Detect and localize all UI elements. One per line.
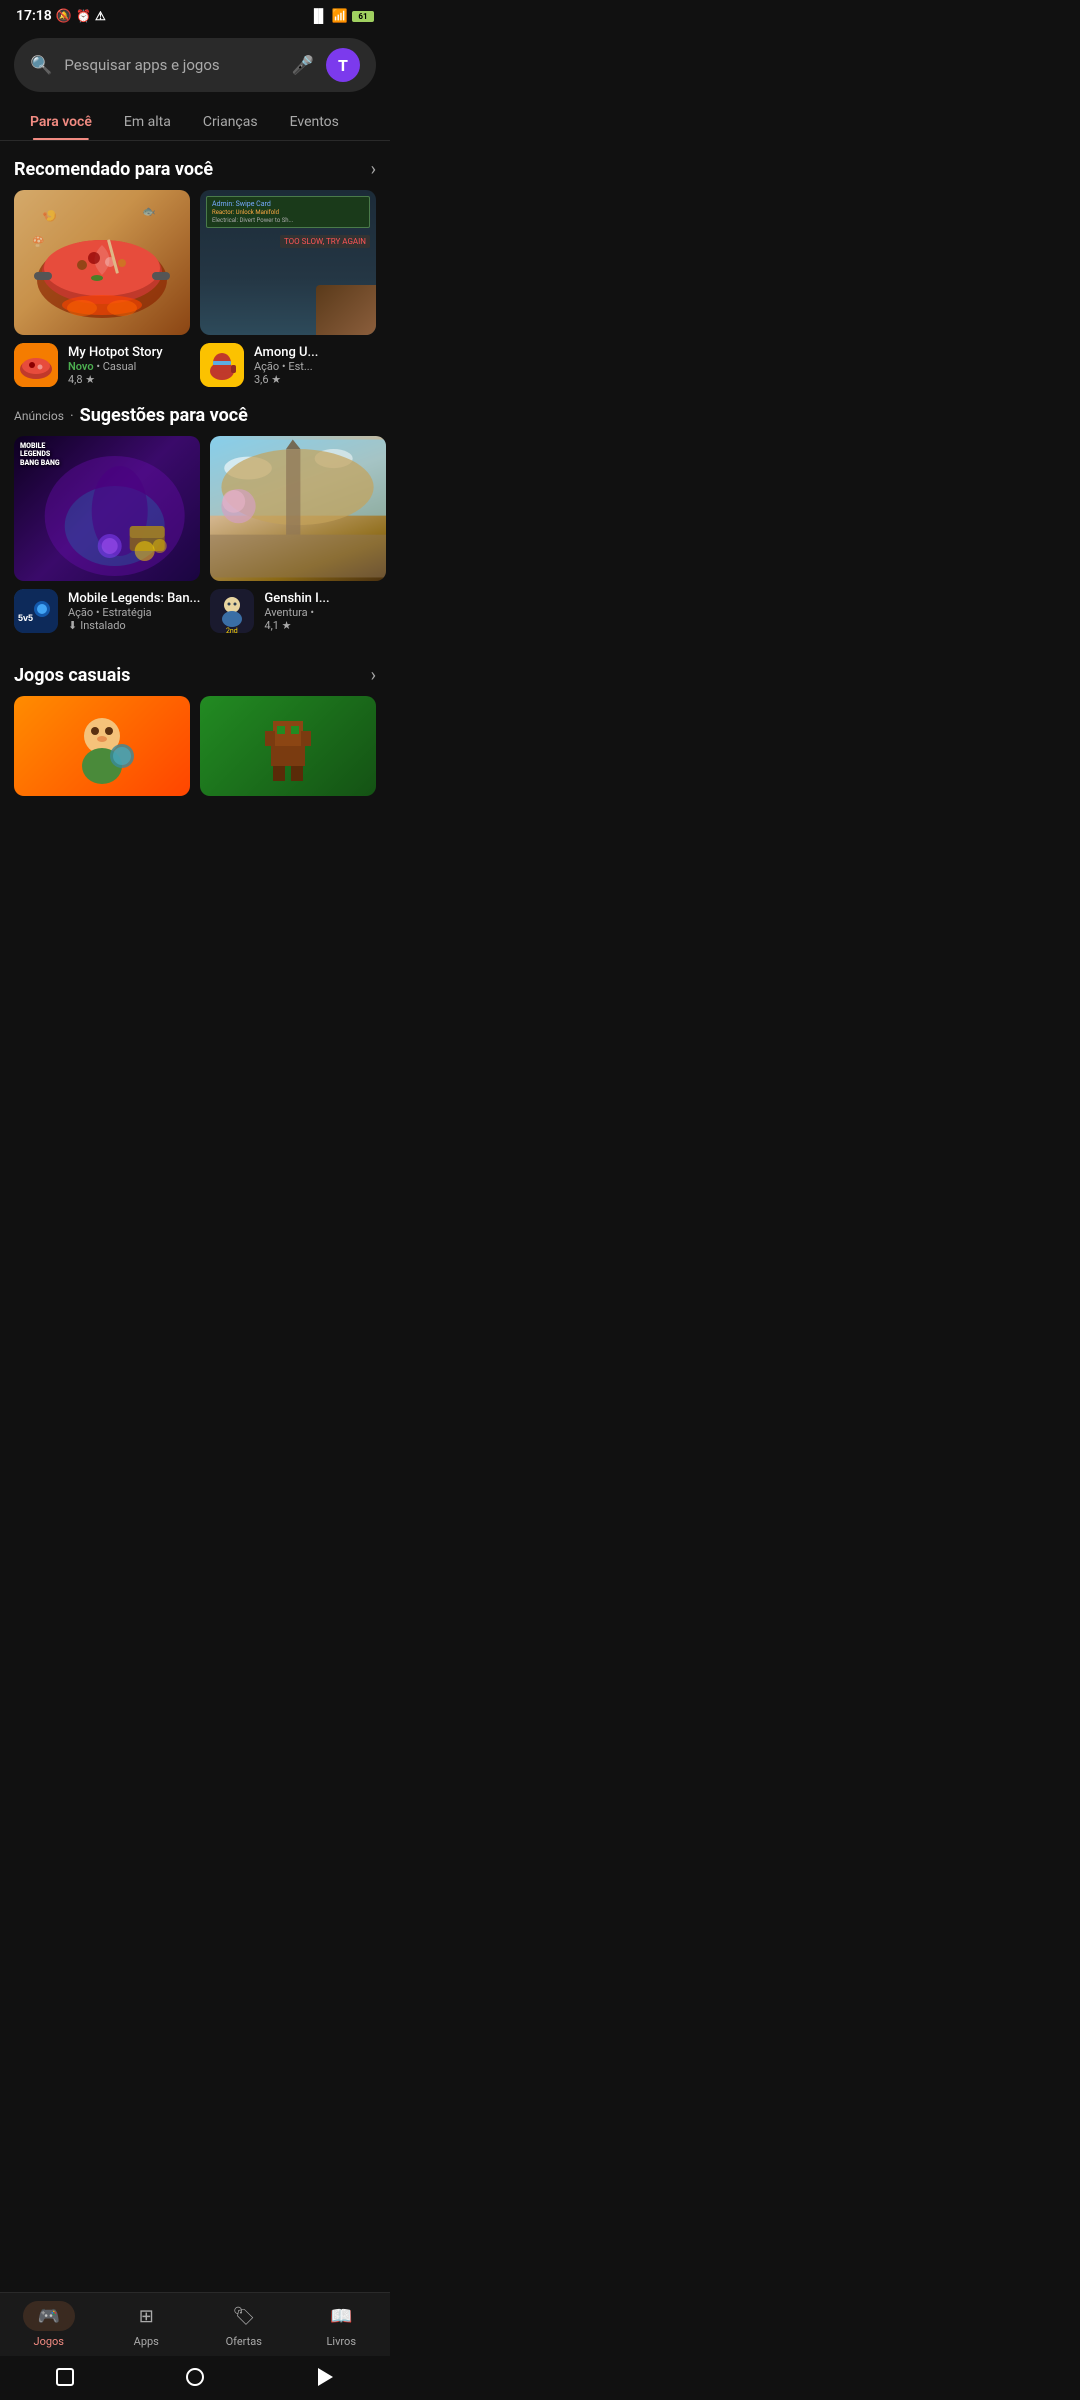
warning-icon: ⚠ [95,9,106,23]
suggestions-header: Anúncios · Sugestões para você [0,387,390,436]
among-card[interactable]: Admin: Swipe Card Reactor: Unlock Manifo… [200,190,376,387]
casual-header: Jogos casuais › [0,647,390,696]
casual-arrow[interactable]: › [371,665,376,686]
main-content: Recomendado para você › [0,141,390,876]
mlbb-app-icon[interactable]: 5v5 [14,589,58,633]
mlbb-installed: ⬇ Instalado [68,619,200,632]
hotpot-image: 🍤 🐟 🍄 [14,190,190,335]
casual-cards [0,696,390,796]
hotpot-name: My Hotpot Story [68,345,190,360]
wifi-icon: 📶 [332,9,348,24]
among-banner: Admin: Swipe Card Reactor: Unlock Manifo… [200,190,376,335]
tab-bar: Para você Em alta Crianças Eventos [0,104,390,141]
among-info: Among U... Ação • Est... 3,6 ★ [200,343,376,387]
suggestions-cards: MOBILELEGENDSBANG BANG [0,436,390,633]
among-details: Among U... Ação • Est... 3,6 ★ [254,345,376,386]
app-container: 17:18 🔕 ⏰ ⚠ ▐▌ 📶 61 🔍 Pesquisar apps e j… [0,0,390,876]
casual-card-2[interactable] [200,696,376,796]
suggestions-title: Sugestões para você [80,405,248,426]
svg-text:🐟: 🐟 [142,205,156,218]
battery-icon: 61 [352,11,374,22]
mlbb-info: 5v5 Mobile Legends: Ban... Ação • Estrat… [14,589,200,633]
among-alert: TOO SLOW, TRY AGAIN [280,235,370,248]
genshin-card[interactable]: 2nd Genshin I... Aventura • 4,1 ★ [210,436,386,633]
mic-icon[interactable]: 🎤 [292,55,314,76]
among-panel: Admin: Swipe Card Reactor: Unlock Manifo… [206,196,370,228]
status-bar: 17:18 🔕 ⏰ ⚠ ▐▌ 📶 61 [0,0,390,28]
casual-card-1[interactable] [14,696,190,796]
hotpot-info: My Hotpot Story Novo • Casual 4,8 ★ [14,343,190,387]
search-placeholder[interactable]: Pesquisar apps e jogos [64,56,279,74]
genshin-image [210,436,386,581]
tab-eventos[interactable]: Eventos [274,104,355,140]
hotpot-meta: Novo • Casual [68,360,190,373]
among-name: Among U... [254,345,376,360]
mlbb-meta: Ação • Estratégia [68,606,200,619]
among-rating: 3,6 ★ [254,373,376,386]
genshin-rating: 4,1 ★ [264,619,386,632]
status-left: 17:18 🔕 ⏰ ⚠ [16,8,106,24]
recommended-title: Recomendado para você [14,159,213,180]
signal-icon: ▐▌ [309,8,327,24]
search-icon: 🔍 [30,55,52,76]
genshin-details: Genshin I... Aventura • 4,1 ★ [264,591,386,632]
casual-title: Jogos casuais [14,665,130,686]
mute-icon: 🔕 [56,9,72,24]
svg-text:🍤: 🍤 [42,209,57,223]
avatar[interactable]: T [326,48,360,82]
tab-em-alta[interactable]: Em alta [108,104,187,140]
tab-criancas[interactable]: Crianças [187,104,274,140]
hotpot-banner: 🍤 🐟 🍄 [14,190,190,335]
among-image: Admin: Swipe Card Reactor: Unlock Manifo… [200,190,376,335]
time: 17:18 [16,8,52,24]
among-furniture [316,285,376,335]
recommended-arrow[interactable]: › [371,159,376,180]
mlbb-name: Mobile Legends: Ban... [68,591,200,606]
search-bar[interactable]: 🔍 Pesquisar apps e jogos 🎤 T [14,38,376,92]
hotpot-details: My Hotpot Story Novo • Casual 4,8 ★ [68,345,190,386]
hotpot-app-icon[interactable] [14,343,58,387]
svg-text:2nd: 2nd [226,627,238,633]
mlbb-details: Mobile Legends: Ban... Ação • Estratégia… [68,591,200,632]
mlbb-banner: MOBILELEGENDSBANG BANG [14,436,200,581]
among-meta: Ação • Est... [254,360,376,373]
genshin-banner [210,436,386,581]
genshin-info: 2nd Genshin I... Aventura • 4,1 ★ [210,589,386,633]
hotpot-rating: 4,8 ★ [68,373,190,386]
ads-label: Anúncios [14,409,64,423]
status-right: ▐▌ 📶 61 [309,8,374,24]
genshin-name: Genshin I... [264,591,386,606]
tab-para-voce[interactable]: Para você [14,104,108,140]
mlbb-card[interactable]: MOBILELEGENDSBANG BANG [14,436,200,633]
recommended-header: Recomendado para você › [0,141,390,190]
genshin-app-icon[interactable]: 2nd [210,589,254,633]
svg-text:🍄: 🍄 [32,235,44,248]
svg-text:5v5: 5v5 [18,613,33,623]
hotpot-card[interactable]: 🍤 🐟 🍄 [14,190,190,387]
mlbb-image: MOBILELEGENDSBANG BANG [14,436,200,581]
among-app-icon[interactable] [200,343,244,387]
recommended-cards: 🍤 🐟 🍄 [0,190,390,387]
genshin-meta: Aventura • [264,606,386,619]
alarm-icon: ⏰ [76,9,91,23]
